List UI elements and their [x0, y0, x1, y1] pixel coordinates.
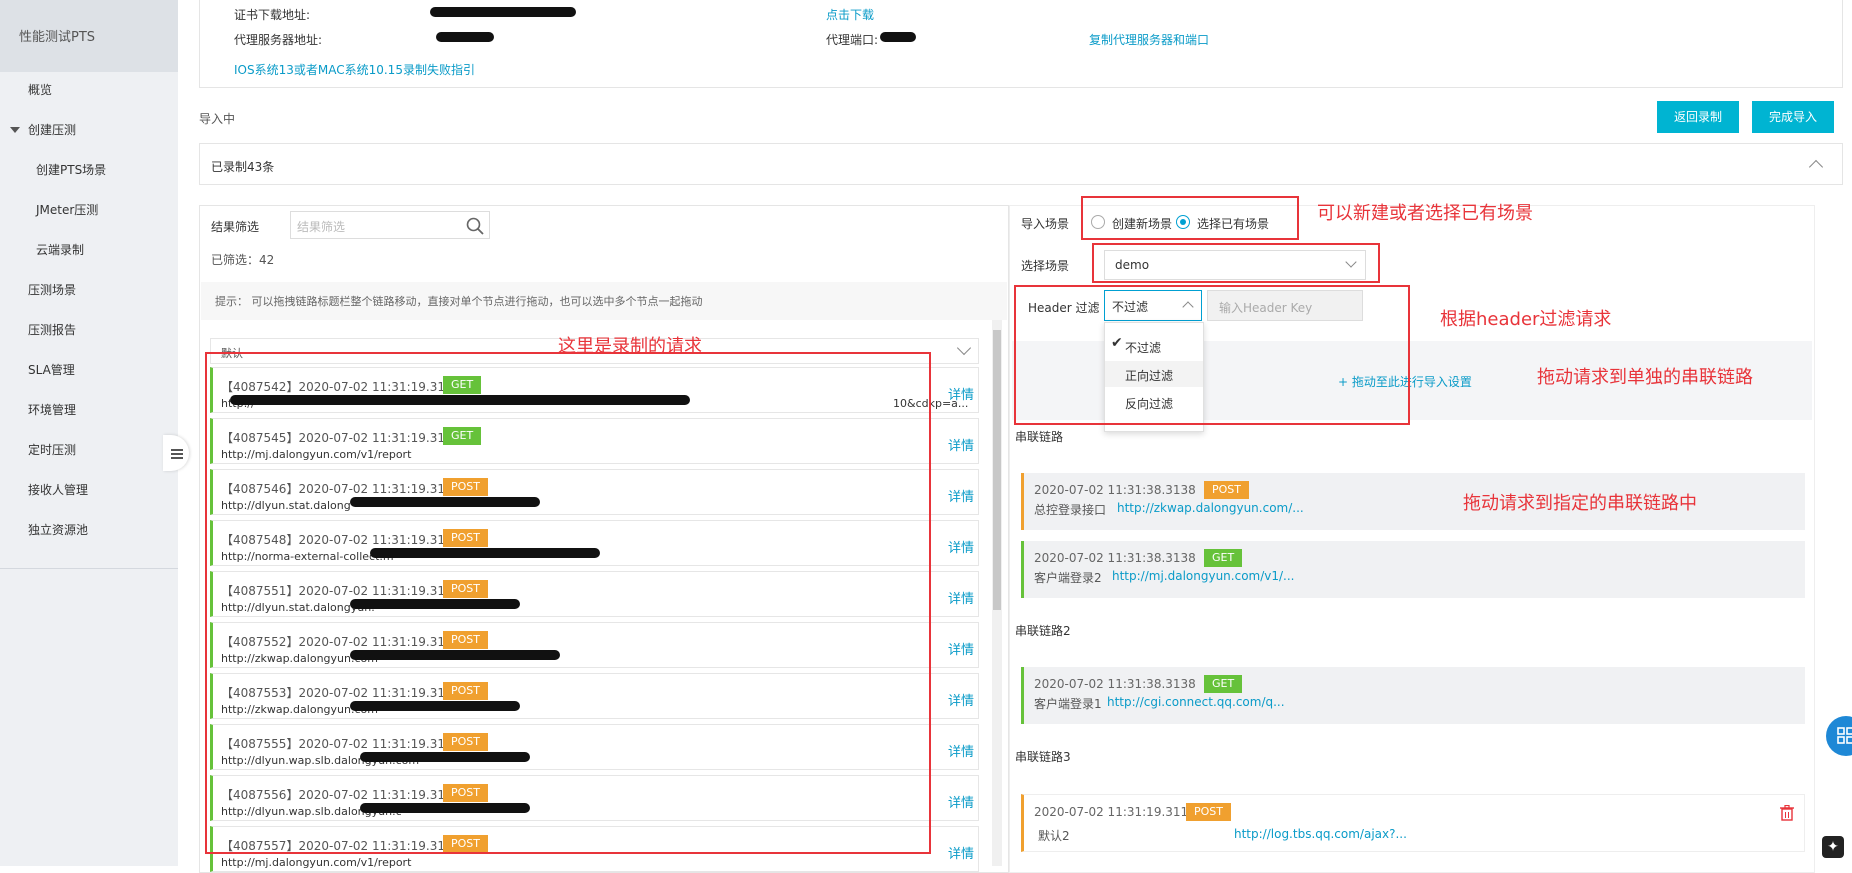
- redaction: [350, 599, 520, 609]
- sidebar-item-jmeter[interactable]: JMeter压测: [0, 192, 178, 228]
- scrollbar[interactable]: [992, 320, 1002, 866]
- chain-title[interactable]: 串联链路2: [1015, 622, 1071, 639]
- copy-proxy-link[interactable]: 复制代理服务器和端口: [1089, 31, 1209, 48]
- sidebar-item-receivers[interactable]: 接收人管理: [0, 472, 178, 508]
- chain-title[interactable]: 串联链路3: [1015, 748, 1071, 765]
- import-status: 导入中: [199, 112, 236, 126]
- recorded-count: 已录制43条: [211, 160, 275, 174]
- request-url: http://mj.dalongyun.com/v1/report: [221, 856, 412, 869]
- node-url-link[interactable]: http://log.tbs.qq.com/ajax?...: [1234, 827, 1407, 841]
- menu-icon: [171, 449, 183, 451]
- node-url-link[interactable]: http://mj.dalongyun.com/v1/...: [1112, 569, 1295, 583]
- import-scene-label: 导入场景: [1021, 217, 1070, 231]
- cert-label: 证书下载地址:: [234, 8, 311, 22]
- chain-title[interactable]: 串联链路: [1015, 428, 1063, 445]
- select-scene-label: 选择场景: [1021, 259, 1070, 273]
- proxy-label: 代理服务器地址:: [234, 33, 323, 47]
- detail-link[interactable]: 详情: [948, 741, 974, 760]
- sidebar-collapse-handle[interactable]: [163, 435, 189, 471]
- detail-link[interactable]: 详情: [948, 690, 974, 709]
- back-to-record-button[interactable]: 返回录制: [1657, 101, 1739, 133]
- filter-label: 结果筛选: [211, 220, 260, 234]
- redaction: [430, 7, 576, 17]
- trash-icon[interactable]: [1780, 805, 1794, 821]
- redaction: [436, 32, 494, 42]
- filter-placeholder: 结果筛选: [297, 220, 346, 234]
- sparkle-icon[interactable]: ✦: [1822, 836, 1844, 858]
- tip-text: 提示： 可以拖拽链路标题栏整个链路移动，直接对单个节点进行拖动，也可以选中多个节…: [215, 295, 703, 308]
- sidebar-item-sla[interactable]: SLA管理: [0, 352, 178, 388]
- node-url-link[interactable]: http://zkwap.dalongyun.com/...: [1117, 501, 1304, 515]
- redaction: [350, 497, 540, 507]
- method-badge: POST: [1186, 803, 1231, 821]
- filter-count: 已筛选：42: [211, 253, 275, 267]
- redaction: [370, 548, 600, 558]
- sidebar-item-cloud-record[interactable]: 云端录制: [0, 232, 178, 268]
- sidebar-item-pool[interactable]: 独立资源池: [0, 512, 178, 548]
- sidebar-item-create[interactable]: 创建压测: [0, 112, 178, 148]
- sidebar-item-env[interactable]: 环境管理: [0, 392, 178, 428]
- redaction: [360, 803, 530, 813]
- sidebar-item-schedule[interactable]: 定时压测: [0, 432, 178, 468]
- redaction: [360, 752, 530, 762]
- scrollbar-thumb[interactable]: [993, 330, 1001, 610]
- annotation-header: 根据header过滤请求: [1440, 309, 1612, 330]
- node-url-link[interactable]: http://cgi.connect.qq.com/q...: [1107, 695, 1285, 709]
- float-app-button[interactable]: [1826, 716, 1852, 756]
- chain-node[interactable]: 2020-07-02 11:31:38.3138 GET 客户端登录2 http…: [1021, 541, 1805, 598]
- redaction: [350, 701, 520, 711]
- node-name: 客户端登录2: [1034, 571, 1102, 585]
- caret-down-icon: [10, 127, 20, 133]
- method-badge: POST: [1204, 481, 1249, 499]
- method-badge: GET: [1204, 675, 1243, 693]
- sidebar: 性能测试PTS 概览 创建压测 创建PTS场景 JMeter压测 云端录制 压测…: [0, 0, 178, 866]
- chevron-down-icon[interactable]: [956, 340, 972, 356]
- redaction: [230, 395, 690, 405]
- download-cert-link[interactable]: 点击下载: [826, 6, 874, 23]
- port-label: 代理端口:: [826, 33, 879, 47]
- detail-link[interactable]: 详情: [948, 384, 974, 403]
- detail-link[interactable]: 详情: [948, 537, 974, 556]
- annotation-box-header: [1014, 285, 1410, 425]
- detail-link[interactable]: 详情: [948, 435, 974, 454]
- annotation-drag-chain: 拖动请求到指定的串联链路中: [1463, 493, 1697, 514]
- chain-node[interactable]: 2020-07-02 11:31:19.3119 POST 默认2 http:/…: [1021, 794, 1805, 852]
- detail-link[interactable]: 详情: [948, 639, 974, 658]
- node-name: 总控登录接口: [1034, 503, 1107, 517]
- brand-title: 性能测试PTS: [0, 0, 178, 72]
- annotation-drag-single: 拖动请求到单独的串联链路: [1537, 367, 1753, 388]
- node-name: 默认2: [1038, 829, 1070, 843]
- ios-guide-link[interactable]: IOS系统13或者MAC系统10.15录制失败指引: [234, 61, 475, 78]
- annotation-box-scene: [1081, 196, 1299, 240]
- chain-node[interactable]: 2020-07-02 11:31:38.3138 GET 客户端登录1 http…: [1021, 667, 1805, 724]
- sidebar-item-reports[interactable]: 压测报告: [0, 312, 178, 348]
- sidebar-item-scenes[interactable]: 压测场景: [0, 272, 178, 308]
- annotation-box-recorded: [205, 352, 931, 854]
- recorded-header-bar[interactable]: [199, 143, 1843, 185]
- node-name: 客户端登录1: [1034, 697, 1102, 711]
- redaction: [350, 650, 560, 660]
- sidebar-item-label: 创建压测: [28, 123, 77, 137]
- finish-import-button[interactable]: 完成导入: [1752, 101, 1834, 133]
- detail-link[interactable]: 详情: [948, 588, 974, 607]
- search-icon[interactable]: [466, 217, 484, 235]
- detail-link[interactable]: 详情: [948, 843, 974, 862]
- sidebar-item-pts-scene[interactable]: 创建PTS场景: [0, 152, 178, 188]
- detail-link[interactable]: 详情: [948, 792, 974, 811]
- sidebar-item-overview[interactable]: 概览: [0, 72, 178, 108]
- method-badge: GET: [1204, 549, 1243, 567]
- annotation-recorded: 这里是录制的请求: [558, 336, 702, 357]
- redaction: [880, 32, 916, 42]
- annotation-box-select: [1092, 243, 1380, 283]
- sidebar-divider: [0, 568, 178, 569]
- annotation-scene: 可以新建或者选择已有场景: [1317, 203, 1533, 224]
- detail-link[interactable]: 详情: [948, 486, 974, 505]
- filter-input[interactable]: 结果筛选: [290, 211, 490, 239]
- grid-icon: [1837, 727, 1852, 744]
